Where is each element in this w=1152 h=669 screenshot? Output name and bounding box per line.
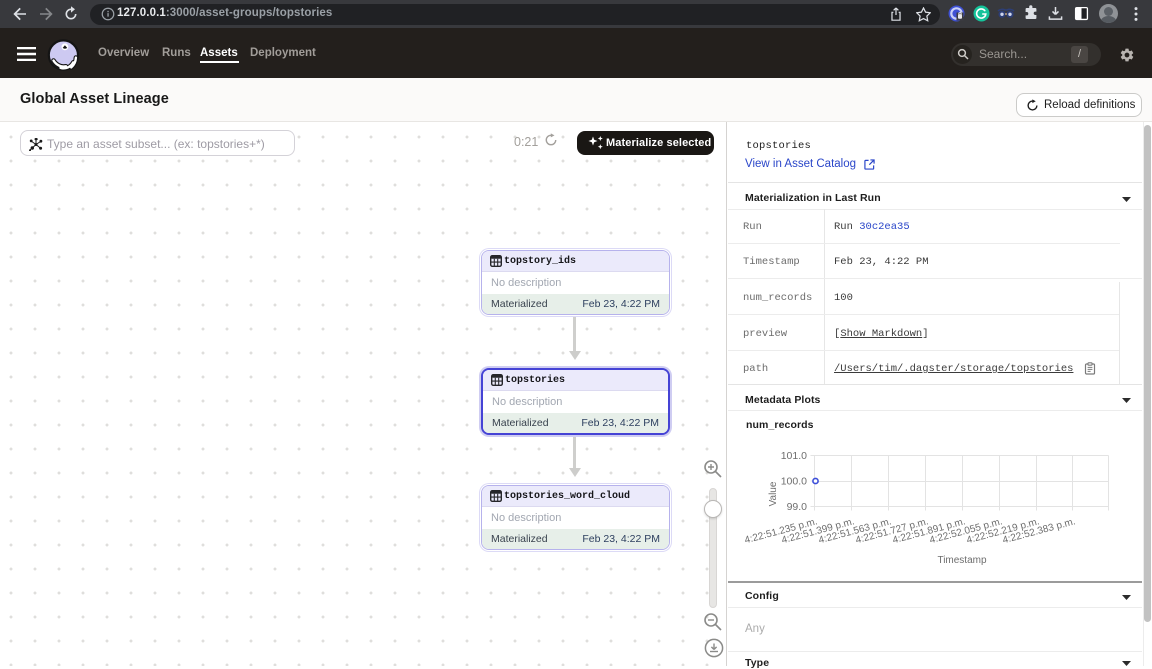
svg-text:Timestamp: Timestamp — [937, 555, 987, 566]
svg-text:100.0: 100.0 — [781, 476, 807, 488]
svg-text:Value: Value — [768, 481, 779, 506]
svg-text:99.0: 99.0 — [787, 501, 808, 513]
svg-text:101.0: 101.0 — [781, 450, 807, 462]
